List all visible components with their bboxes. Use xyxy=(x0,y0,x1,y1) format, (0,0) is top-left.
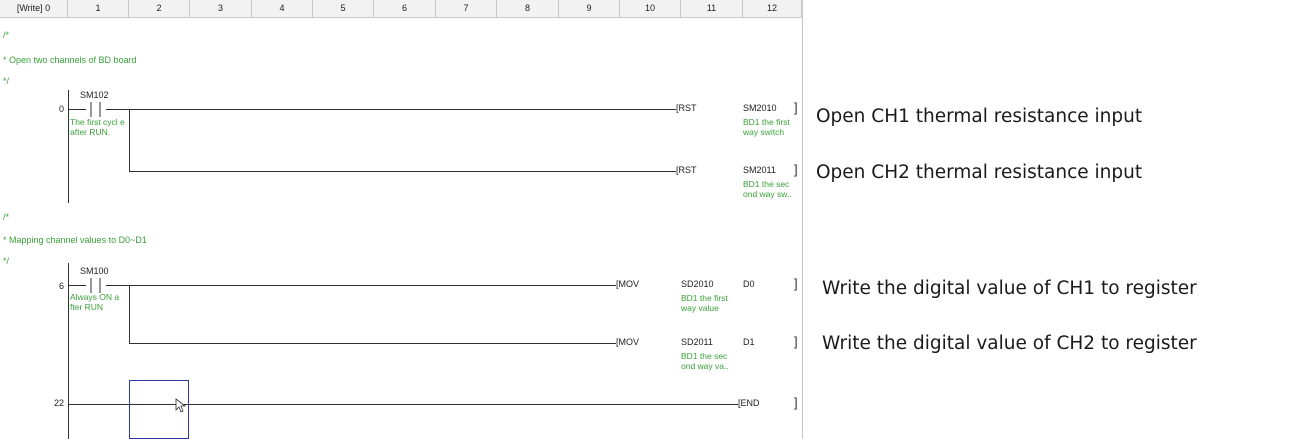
column-header-5: 5 xyxy=(313,0,374,17)
column-header-2: 2 xyxy=(129,0,190,17)
left-power-rail xyxy=(68,90,69,203)
statement-comment-close[interactable]: */ xyxy=(3,76,9,86)
rst-instruction[interactable]: [RST xyxy=(676,103,697,113)
column-header-3: 3 xyxy=(190,0,252,17)
column-header-11: 11 xyxy=(681,0,743,17)
mouse-pointer-icon xyxy=(175,398,187,413)
end-instruction[interactable]: [END xyxy=(738,398,760,408)
instruction-close-bracket: ] xyxy=(794,334,798,349)
contact-device-comment: Always ON a fter RUN xyxy=(70,292,120,312)
editor-right-border xyxy=(802,0,803,439)
statement-comment-open[interactable]: /* xyxy=(3,30,9,40)
contact-device[interactable]: SM102 xyxy=(80,90,109,100)
column-header-10: 10 xyxy=(620,0,681,17)
column-header-9: 9 xyxy=(559,0,620,17)
operand-comment: BD1 the first way switch xyxy=(743,117,790,137)
wire xyxy=(68,109,86,110)
wire xyxy=(129,171,676,172)
mov-source-operand[interactable]: SD2011 xyxy=(681,337,713,347)
column-header-12: 12 xyxy=(743,0,802,17)
statement-comment[interactable]: * Open two channels of BD board xyxy=(3,55,137,65)
column-header-1: 1 xyxy=(68,0,129,17)
statement-comment-close[interactable]: */ xyxy=(3,256,9,266)
left-power-rail xyxy=(68,263,69,439)
operand-comment: BD1 the sec ond way sw.. xyxy=(743,179,792,199)
statement-comment-open[interactable]: /* xyxy=(3,212,9,222)
contact-device-comment: The first cycl e after RUN. xyxy=(70,117,125,137)
mov-dest-operand[interactable]: D1 xyxy=(743,337,755,347)
step-number: 6 xyxy=(58,281,64,291)
instruction-close-bracket: ] xyxy=(794,162,798,177)
mov-source-operand[interactable]: SD2010 xyxy=(681,279,714,289)
annotation-ch1-write: Write the digital value of CH1 to regist… xyxy=(822,278,1197,299)
rst-operand[interactable]: SM2010 xyxy=(743,103,777,113)
column-header-6: 6 xyxy=(374,0,436,17)
annotation-ch2-write: Write the digital value of CH2 to regist… xyxy=(822,333,1197,354)
wire xyxy=(106,285,616,286)
branch-wire xyxy=(129,110,130,171)
wire xyxy=(129,343,616,344)
operand-comment: BD1 the sec ond way va.. xyxy=(681,351,729,371)
column-header-8: 8 xyxy=(497,0,559,17)
instruction-close-bracket: ] xyxy=(794,100,798,115)
no-contact-icon[interactable] xyxy=(86,101,106,118)
rst-instruction[interactable]: [RST xyxy=(676,165,697,175)
instruction-close-bracket: ] xyxy=(794,395,798,410)
column-header: [Write] 0 1 2 3 4 5 6 7 8 9 10 11 12 xyxy=(0,0,802,18)
column-header-write: [Write] 0 xyxy=(0,0,68,17)
annotation-ch1-open: Open CH1 thermal resistance input xyxy=(816,106,1143,127)
instruction-close-bracket: ] xyxy=(794,276,798,291)
step-number: 22 xyxy=(53,398,64,408)
column-header-4: 4 xyxy=(252,0,313,17)
wire xyxy=(68,285,86,286)
step-number: 0 xyxy=(58,104,64,114)
rst-operand[interactable]: SM2011 xyxy=(743,165,776,175)
annotation-ch2-open: Open CH2 thermal resistance input xyxy=(816,162,1143,183)
mov-instruction[interactable]: [MOV xyxy=(616,279,639,289)
contact-device[interactable]: SM100 xyxy=(80,266,109,276)
column-header-7: 7 xyxy=(436,0,497,17)
mov-instruction[interactable]: [MOV xyxy=(616,337,639,347)
ladder-editor[interactable]: [Write] 0 1 2 3 4 5 6 7 8 9 10 11 12 /* … xyxy=(0,0,805,439)
wire xyxy=(106,109,676,110)
statement-comment[interactable]: * Mapping channel values to D0~D1 xyxy=(3,235,147,245)
mov-dest-operand[interactable]: D0 xyxy=(743,279,755,289)
operand-comment: BD1 the first way value xyxy=(681,293,728,313)
branch-wire xyxy=(129,286,130,343)
